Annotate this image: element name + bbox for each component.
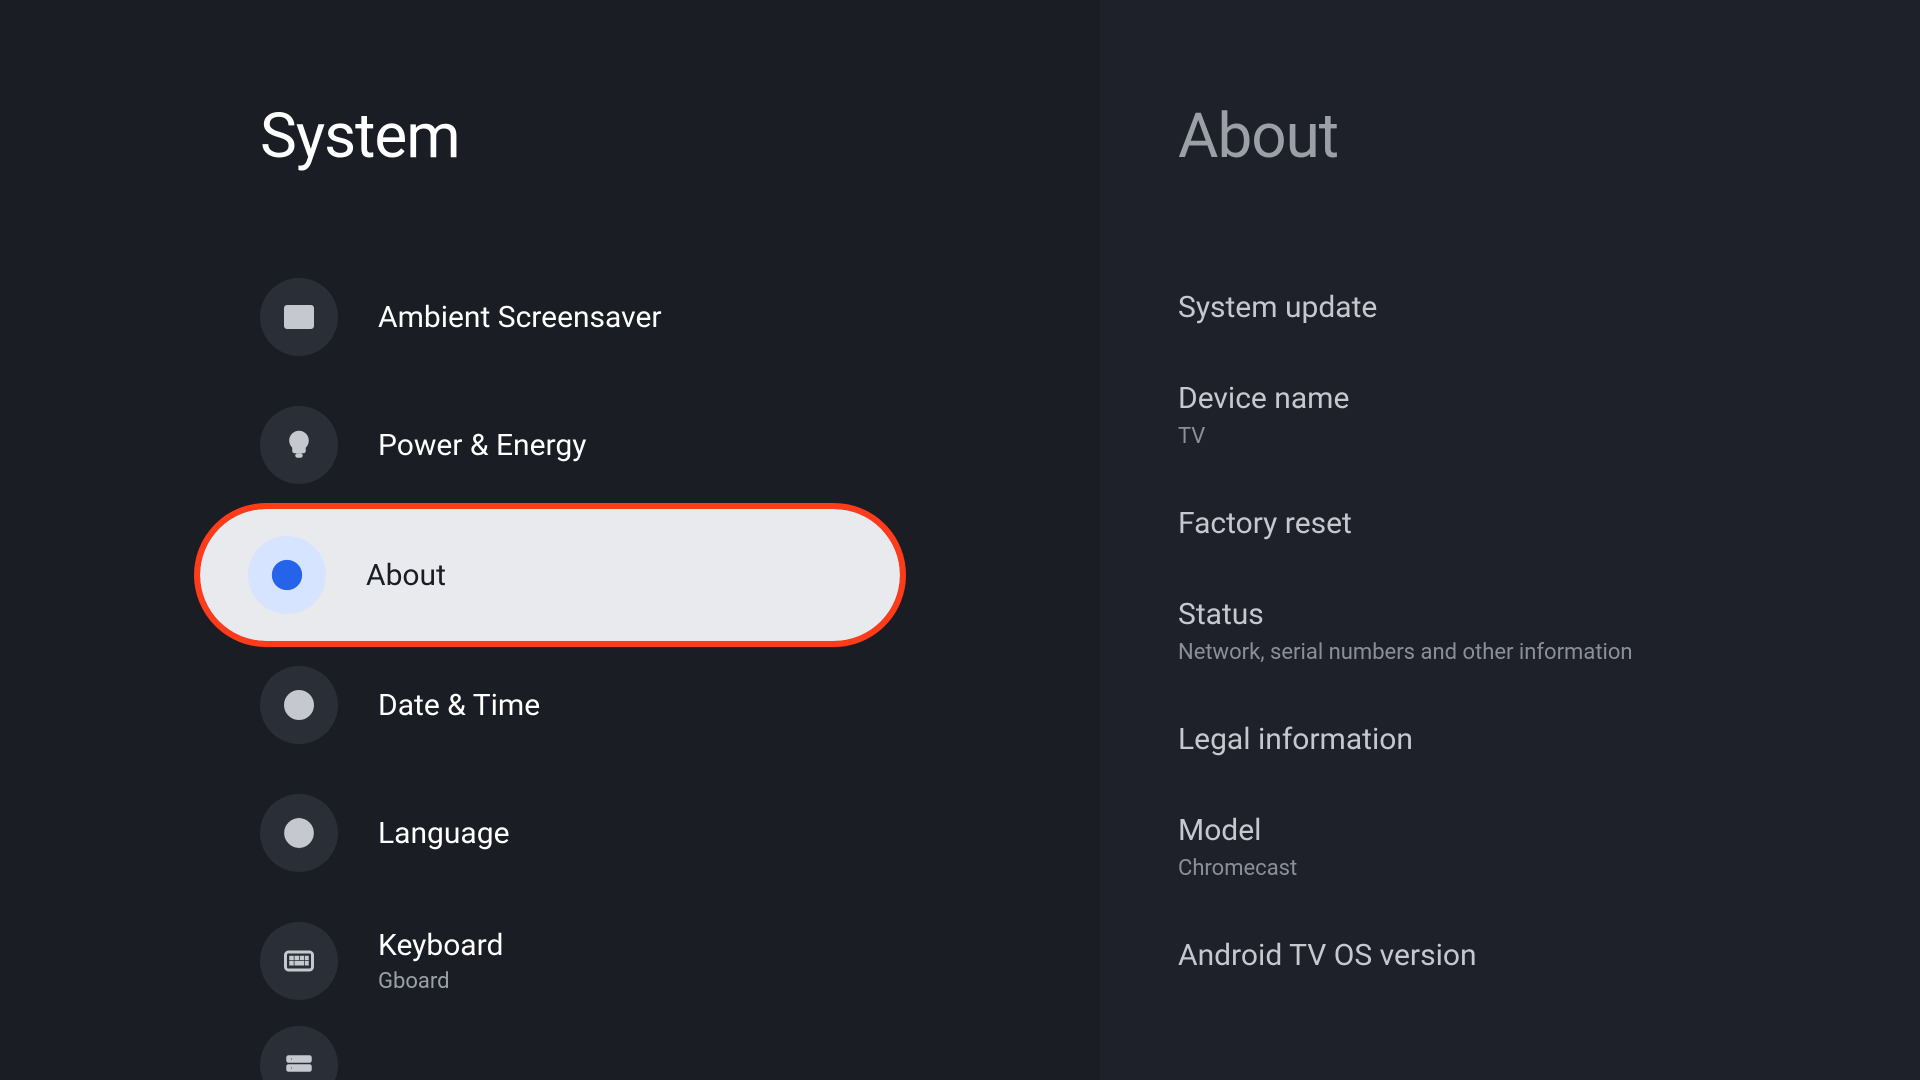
menu-item-text: Date & Time <box>378 688 540 723</box>
about-panel: About System update Device name TV Factory … <box>1100 0 1920 1080</box>
menu-item-power-energy[interactable]: Power & Energy <box>0 381 920 509</box>
menu-item-sub: Gboard <box>378 969 503 994</box>
system-title: System <box>260 100 1100 173</box>
about-item-label: Status <box>1178 597 1920 632</box>
menu-item-ambient-screensaver[interactable]: Ambient Screensaver <box>0 253 920 381</box>
keyboard-icon <box>260 922 338 1000</box>
menu-item-label: Ambient Screensaver <box>378 300 662 335</box>
about-item-device-name[interactable]: Device name TV <box>1178 361 1920 469</box>
menu-item-label: Keyboard <box>378 928 503 963</box>
menu-item-label: Power & Energy <box>378 428 586 463</box>
about-item-label: Model <box>1178 813 1920 848</box>
bulb-icon <box>260 406 338 484</box>
menu-item-label: Date & Time <box>378 688 540 723</box>
menu-item-language[interactable]: Language <box>0 769 920 897</box>
about-item-label: Device name <box>1178 381 1920 416</box>
menu-item-text: About <box>366 558 446 593</box>
menu-item-keyboard[interactable]: Keyboard Gboard <box>0 897 920 1025</box>
about-item-android-tv-os-version[interactable]: Android TV OS version <box>1178 901 1920 1009</box>
about-item-label: Android TV OS version <box>1178 938 1920 973</box>
globe-icon <box>260 794 338 872</box>
menu-item-label: About <box>366 558 446 593</box>
about-item-status[interactable]: Status Network, serial numbers and other … <box>1178 577 1920 685</box>
about-item-system-update[interactable]: System update <box>1178 253 1920 361</box>
menu-item-text: Keyboard Gboard <box>378 928 503 994</box>
menu-item-about[interactable]: About <box>200 509 900 641</box>
about-item-sub: Network, serial numbers and other inform… <box>1178 640 1920 665</box>
about-item-model[interactable]: Model Chromecast <box>1178 793 1920 901</box>
menu-item-text: Language <box>378 816 510 851</box>
picture-icon <box>260 278 338 356</box>
about-item-factory-reset[interactable]: Factory reset <box>1178 469 1920 577</box>
about-item-sub: TV <box>1178 424 1920 449</box>
info-icon <box>248 536 326 614</box>
menu-item-storage[interactable] <box>0 1025 1100 1080</box>
about-item-label: Factory reset <box>1178 506 1920 541</box>
about-list: System update Device name TV Factory reset S… <box>1178 253 1920 1009</box>
about-item-label: Legal information <box>1178 722 1920 757</box>
about-title: About <box>1178 100 1920 173</box>
menu-item-date-time[interactable]: Date & Time <box>0 641 920 769</box>
menu-item-label: Language <box>378 816 510 851</box>
system-panel: System Ambient Screensaver Power & Energy… <box>0 0 1100 1080</box>
about-item-legal-information[interactable]: Legal information <box>1178 685 1920 793</box>
system-menu-list: Ambient Screensaver Power & Energy About Da… <box>0 253 1100 1080</box>
clock-icon <box>260 666 338 744</box>
storage-icon <box>260 1026 338 1080</box>
about-item-sub: Chromecast <box>1178 856 1920 881</box>
menu-item-text: Power & Energy <box>378 428 586 463</box>
about-item-label: System update <box>1178 290 1920 325</box>
menu-item-text: Ambient Screensaver <box>378 300 662 335</box>
